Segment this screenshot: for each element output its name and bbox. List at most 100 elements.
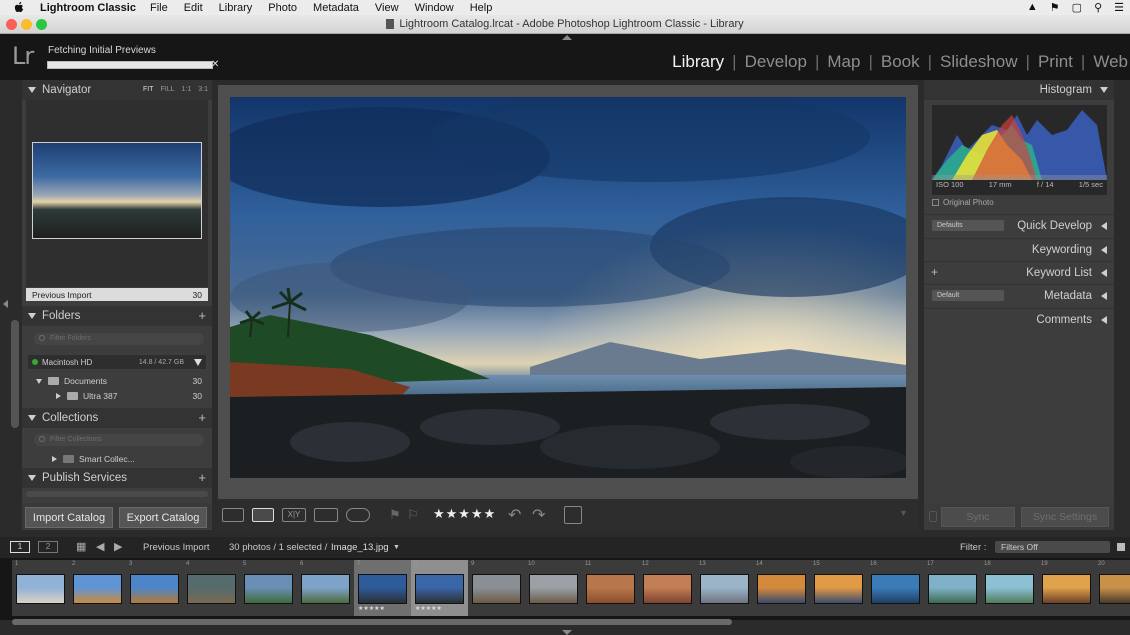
- filmstrip-thumbnail[interactable]: 13: [696, 560, 753, 616]
- zoom-1-1[interactable]: 1:1: [182, 86, 192, 93]
- comments-header[interactable]: Comments: [924, 308, 1114, 330]
- app-menu[interactable]: Lightroom Classic: [40, 2, 136, 14]
- collapse-triangle-icon[interactable]: [28, 313, 36, 319]
- top-panel-toggle-icon[interactable]: [562, 35, 572, 40]
- filmstrip-thumbnail[interactable]: 6: [297, 560, 354, 616]
- flag-reject-icon[interactable]: ⚐: [407, 507, 419, 523]
- export-catalog-button[interactable]: Export Catalog: [119, 507, 207, 528]
- filmstrip-thumbnail[interactable]: 11: [582, 560, 639, 616]
- volume-row[interactable]: Macintosh HD 14.8 / 42.7 GB: [28, 355, 206, 369]
- sync-settings-button[interactable]: Sync Settings: [1021, 507, 1109, 527]
- filmstrip-thumbnail[interactable]: 2: [69, 560, 126, 616]
- filmstrip-thumbnail[interactable]: 14: [753, 560, 810, 616]
- filter-collections-input[interactable]: Filter Collections: [34, 434, 204, 446]
- folder-row[interactable]: Documents 30: [22, 374, 212, 388]
- filmstrip-filename[interactable]: Image_13.jpg: [331, 542, 389, 553]
- minimize-window-button[interactable]: [21, 19, 32, 30]
- module-book[interactable]: Book: [873, 52, 928, 72]
- flag-pick-icon[interactable]: ⚑: [389, 507, 401, 523]
- volume-dropdown-icon[interactable]: [194, 359, 202, 366]
- menu-edit[interactable]: Edit: [184, 2, 203, 14]
- back-arrow-icon[interactable]: ◀: [96, 540, 104, 553]
- apple-icon[interactable]: [14, 2, 24, 13]
- collapsed-triangle-icon[interactable]: [56, 393, 61, 399]
- collapse-triangle-icon[interactable]: [28, 415, 36, 421]
- people-view-icon[interactable]: [346, 508, 370, 522]
- zoom-3-1[interactable]: 3:1: [198, 86, 208, 93]
- expanded-triangle-icon[interactable]: [36, 378, 42, 384]
- module-map[interactable]: Map: [819, 52, 868, 72]
- module-print[interactable]: Print: [1030, 52, 1081, 72]
- loupe-view-icon[interactable]: [252, 508, 274, 522]
- display-icon[interactable]: ▢: [1072, 1, 1082, 14]
- toolbar-menu-icon[interactable]: ▼: [899, 508, 908, 518]
- forward-arrow-icon[interactable]: ▶: [114, 540, 122, 553]
- menu-window[interactable]: Window: [415, 2, 454, 14]
- collapse-triangle-icon[interactable]: [28, 475, 36, 481]
- secondary-window-button[interactable]: 2: [38, 541, 58, 553]
- keywording-header[interactable]: Keywording: [924, 238, 1114, 260]
- crop-overlay-icon[interactable]: [564, 506, 582, 524]
- filmstrip-thumbnail[interactable]: 20: [1095, 560, 1130, 616]
- cancel-activity-icon[interactable]: ✕: [211, 59, 219, 70]
- folders-header[interactable]: Folders +: [22, 306, 212, 326]
- filmstrip-thumbnail[interactable]: 15: [810, 560, 867, 616]
- menu-view[interactable]: View: [375, 2, 399, 14]
- metadata-header[interactable]: Default Metadata: [924, 284, 1114, 306]
- expand-triangle-icon[interactable]: [1101, 292, 1107, 300]
- search-icon[interactable]: ⚲: [1094, 1, 1102, 14]
- menu-metadata[interactable]: Metadata: [313, 2, 359, 14]
- zoom-fit[interactable]: FIT: [143, 86, 154, 93]
- import-catalog-button[interactable]: Import Catalog: [25, 507, 113, 528]
- filter-folders-input[interactable]: Filter Folders: [34, 333, 204, 345]
- notification-icon[interactable]: ▲: [1027, 1, 1038, 14]
- main-window-button[interactable]: 1: [10, 541, 30, 553]
- saved-preset-dropdown[interactable]: Defaults: [932, 220, 1004, 231]
- filmstrip-thumbnail[interactable]: 7 ★★★★★: [354, 560, 411, 616]
- collapse-triangle-icon[interactable]: [28, 87, 36, 93]
- metadata-preset-dropdown[interactable]: Default: [932, 290, 1004, 301]
- previous-import-row[interactable]: Previous Import 30: [26, 288, 208, 301]
- filmstrip-thumbnail[interactable]: 10: [525, 560, 582, 616]
- expand-triangle-icon[interactable]: [1101, 246, 1107, 254]
- expand-triangle-icon[interactable]: [1101, 222, 1107, 230]
- rotate-right-icon[interactable]: ↷: [532, 505, 545, 525]
- module-develop[interactable]: Develop: [737, 52, 815, 72]
- publish-service-item[interactable]: [26, 491, 208, 497]
- filmstrip-thumbnail[interactable]: 4: [183, 560, 240, 616]
- close-window-button[interactable]: [6, 19, 17, 30]
- add-folder-icon[interactable]: +: [198, 308, 206, 323]
- filmstrip-thumbnail[interactable]: 19: [1038, 560, 1095, 616]
- auto-sync-switch-icon[interactable]: [929, 511, 937, 522]
- sync-button[interactable]: Sync: [941, 507, 1015, 527]
- filmstrip-thumbnail[interactable]: 3: [126, 560, 183, 616]
- list-icon[interactable]: ☰: [1114, 1, 1124, 14]
- histogram-header[interactable]: Histogram: [924, 80, 1114, 100]
- menu-library[interactable]: Library: [219, 2, 253, 14]
- filmstrip-thumbnail[interactable]: 12: [639, 560, 696, 616]
- left-panel-scrollbar[interactable]: [11, 320, 19, 428]
- main-photo[interactable]: [230, 97, 906, 478]
- collections-header[interactable]: Collections +: [22, 408, 212, 428]
- rotate-left-icon[interactable]: ↶: [508, 505, 521, 525]
- module-slideshow[interactable]: Slideshow: [932, 52, 1026, 72]
- expand-triangle-icon[interactable]: [1101, 269, 1107, 277]
- publish-services-header[interactable]: Publish Services +: [22, 468, 212, 488]
- module-web[interactable]: Web: [1085, 52, 1128, 72]
- keyword-list-header[interactable]: + Keyword List: [924, 261, 1114, 283]
- zoom-fill[interactable]: FILL: [161, 86, 175, 93]
- navigator-thumbnail[interactable]: [32, 142, 202, 239]
- expand-triangle-icon[interactable]: [1101, 316, 1107, 324]
- checkbox-icon[interactable]: [932, 199, 939, 206]
- collection-row[interactable]: Smart Collec...: [22, 452, 212, 466]
- module-library[interactable]: Library: [664, 52, 732, 72]
- collapsed-triangle-icon[interactable]: [52, 456, 57, 462]
- menu-photo[interactable]: Photo: [268, 2, 297, 14]
- menu-help[interactable]: Help: [470, 2, 493, 14]
- star-rating[interactable]: ★★★★★: [433, 506, 496, 522]
- bottom-panel-toggle-icon[interactable]: [562, 630, 572, 635]
- collapse-triangle-icon[interactable]: [1100, 87, 1108, 93]
- filmstrip-thumbnail[interactable]: 16: [867, 560, 924, 616]
- add-publish-service-icon[interactable]: +: [198, 470, 206, 485]
- filmstrip-thumbnail[interactable]: 18: [981, 560, 1038, 616]
